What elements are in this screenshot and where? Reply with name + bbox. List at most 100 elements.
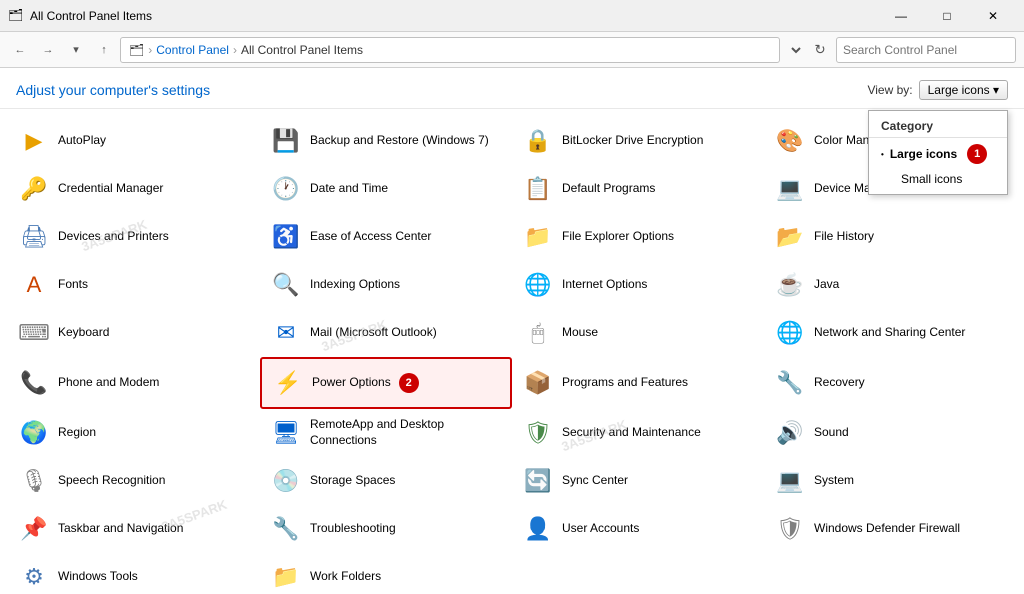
control-panel-item[interactable]: 🔒BitLocker Drive Encryption (512, 117, 764, 165)
power-badge: 2 (399, 373, 419, 393)
control-panel-item[interactable]: 📂 File History (764, 213, 1016, 261)
view-by-label: View by: (867, 83, 912, 97)
refresh-button[interactable]: ↻ (808, 38, 832, 62)
control-panel-item[interactable]: 🌐 Network and Sharing Center (764, 309, 1016, 357)
control-panel-item[interactable]: 📦Programs and Features (512, 357, 764, 409)
item-icon: 🌍 (18, 417, 50, 449)
item-label: Java (814, 277, 839, 293)
control-panel-item[interactable]: 🔑Credential Manager (8, 165, 260, 213)
forward-button[interactable]: → (36, 38, 60, 62)
search-input[interactable] (836, 37, 1016, 63)
breadcrumb-control-panel[interactable]: Control Panel (156, 43, 229, 57)
badge-1: 1 (967, 144, 987, 164)
item-icon: 📞 (18, 367, 50, 399)
up-button[interactable]: ↑ (92, 38, 116, 62)
item-label: Sound (814, 425, 849, 441)
control-panel-item[interactable]: ⚙Windows Tools (8, 553, 260, 594)
control-panel-item[interactable]: 🌍Region (8, 409, 260, 457)
control-panel-item[interactable]: 🔍Indexing Options (260, 261, 512, 309)
item-icon: 💻 (774, 465, 806, 497)
breadcrumb-icon: 🗂 (129, 43, 144, 57)
item-label: Speech Recognition (58, 473, 165, 489)
item-icon: 📦 (522, 367, 554, 399)
control-panel-item[interactable]: ☕Java (764, 261, 1016, 309)
item-label: RemoteApp and Desktop Connections (310, 417, 502, 448)
control-panel-item[interactable]: 💾 Backup and Restore (Windows 7) (260, 117, 512, 165)
item-icon: 🔒 (522, 125, 554, 157)
close-button[interactable]: ✕ (970, 0, 1016, 32)
control-panel-item[interactable]: 🌐Internet Options (512, 261, 764, 309)
item-icon: ⌨ (18, 317, 50, 349)
control-panel-item[interactable]: 🔄Sync Center (512, 457, 764, 505)
control-panel-item[interactable]: 🕐Date and Time (260, 165, 512, 213)
item-label: Keyboard (58, 325, 109, 341)
item-icon: 💾 (270, 125, 302, 157)
item-icon: 📂 (774, 221, 806, 253)
address-bar: ← → ▾ ↑ 🗂 › Control Panel › All Control … (0, 32, 1024, 68)
dropdown-item-large[interactable]: • Large icons 1 (869, 140, 1007, 168)
item-icon: 🎙 (18, 465, 50, 497)
item-icon: 🔊 (774, 417, 806, 449)
item-icon: 📌 (18, 513, 50, 545)
breadcrumb-current: All Control Panel Items (241, 43, 363, 57)
control-panel-item[interactable]: 🔧Recovery (764, 357, 1016, 409)
item-label: Ease of Access Center (310, 229, 431, 245)
view-by-button[interactable]: Large icons ▾ (919, 80, 1008, 100)
control-panel-item[interactable]: 🖨Devices and Printers (8, 213, 260, 261)
control-panel-item[interactable]: ⌨ Keyboard (8, 309, 260, 357)
control-panel-item[interactable]: 🖱Mouse (512, 309, 764, 357)
item-icon: ⚡ (272, 367, 304, 399)
item-label: Taskbar and Navigation (58, 521, 183, 537)
control-panel-item[interactable]: 📁File Explorer Options (512, 213, 764, 261)
back-button[interactable]: ← (8, 38, 32, 62)
item-icon: 🎨 (774, 125, 806, 157)
item-label: Backup and Restore (Windows 7) (310, 133, 489, 149)
control-panel-item[interactable]: 💻 System (764, 457, 1016, 505)
maximize-button[interactable]: □ (924, 0, 970, 32)
item-icon: 🔑 (18, 173, 50, 205)
dropdown-large-label: Large icons (890, 147, 957, 161)
dropdown-item-small[interactable]: Small icons (869, 168, 1007, 190)
control-panel-item[interactable]: 📌 Taskbar and Navigation (8, 505, 260, 553)
control-panel-item[interactable]: 📋Default Programs (512, 165, 764, 213)
item-label: AutoPlay (58, 133, 106, 149)
address-dropdown[interactable]: ▾ (784, 37, 804, 63)
item-label: Fonts (58, 277, 88, 293)
recent-button[interactable]: ▾ (64, 38, 88, 62)
item-label: File History (814, 229, 874, 245)
page-title: Adjust your computer's settings (16, 82, 210, 98)
content-header: Adjust your computer's settings View by:… (0, 68, 1024, 109)
control-panel-item[interactable]: ▶AutoPlay (8, 117, 260, 165)
control-panel-item[interactable]: 🔧Troubleshooting (260, 505, 512, 553)
control-panel-item[interactable]: 👤User Accounts (512, 505, 764, 553)
control-panel-item[interactable]: ♿ Ease of Access Center (260, 213, 512, 261)
content-panel: 3A5SPARK 3A5SPARK 3A5SPARK 3A5SPARK Adju… (0, 68, 1024, 594)
minimize-button[interactable]: — (878, 0, 924, 32)
item-icon: 🛡 (774, 513, 806, 545)
control-panel-item[interactable]: 📞Phone and Modem (8, 357, 260, 409)
breadcrumb: 🗂 › Control Panel › All Control Panel It… (120, 37, 780, 63)
item-label: System (814, 473, 854, 489)
item-label: Security and Maintenance (562, 425, 701, 441)
control-panel-item[interactable]: ✉Mail (Microsoft Outlook) (260, 309, 512, 357)
item-icon: ♿ (270, 221, 302, 253)
control-panel-item[interactable]: 🛡Security and Maintenance (512, 409, 764, 457)
item-icon: ✉ (270, 317, 302, 349)
control-panel-item[interactable]: 🖥RemoteApp and Desktop Connections (260, 409, 512, 457)
control-panel-item[interactable]: 🔊 Sound (764, 409, 1016, 457)
control-panel-item[interactable]: 📁Work Folders (260, 553, 512, 594)
control-panel-item[interactable]: 💿Storage Spaces (260, 457, 512, 505)
dropdown-small-label: Small icons (901, 172, 962, 186)
control-panel-item[interactable]: ⚡Power Options2 (260, 357, 512, 409)
item-icon: 🌐 (774, 317, 806, 349)
item-icon: 📋 (522, 173, 554, 205)
item-label: Storage Spaces (310, 473, 395, 489)
window-title: All Control Panel Items (30, 9, 878, 23)
item-icon: ⚙ (18, 561, 50, 593)
view-by-control: View by: Large icons ▾ (867, 80, 1008, 100)
dropdown-header: Category (869, 115, 1007, 138)
item-label: Network and Sharing Center (814, 325, 965, 341)
control-panel-item[interactable]: 🎙 Speech Recognition (8, 457, 260, 505)
control-panel-item[interactable]: AFonts (8, 261, 260, 309)
control-panel-item[interactable]: 🛡Windows Defender Firewall (764, 505, 1016, 553)
